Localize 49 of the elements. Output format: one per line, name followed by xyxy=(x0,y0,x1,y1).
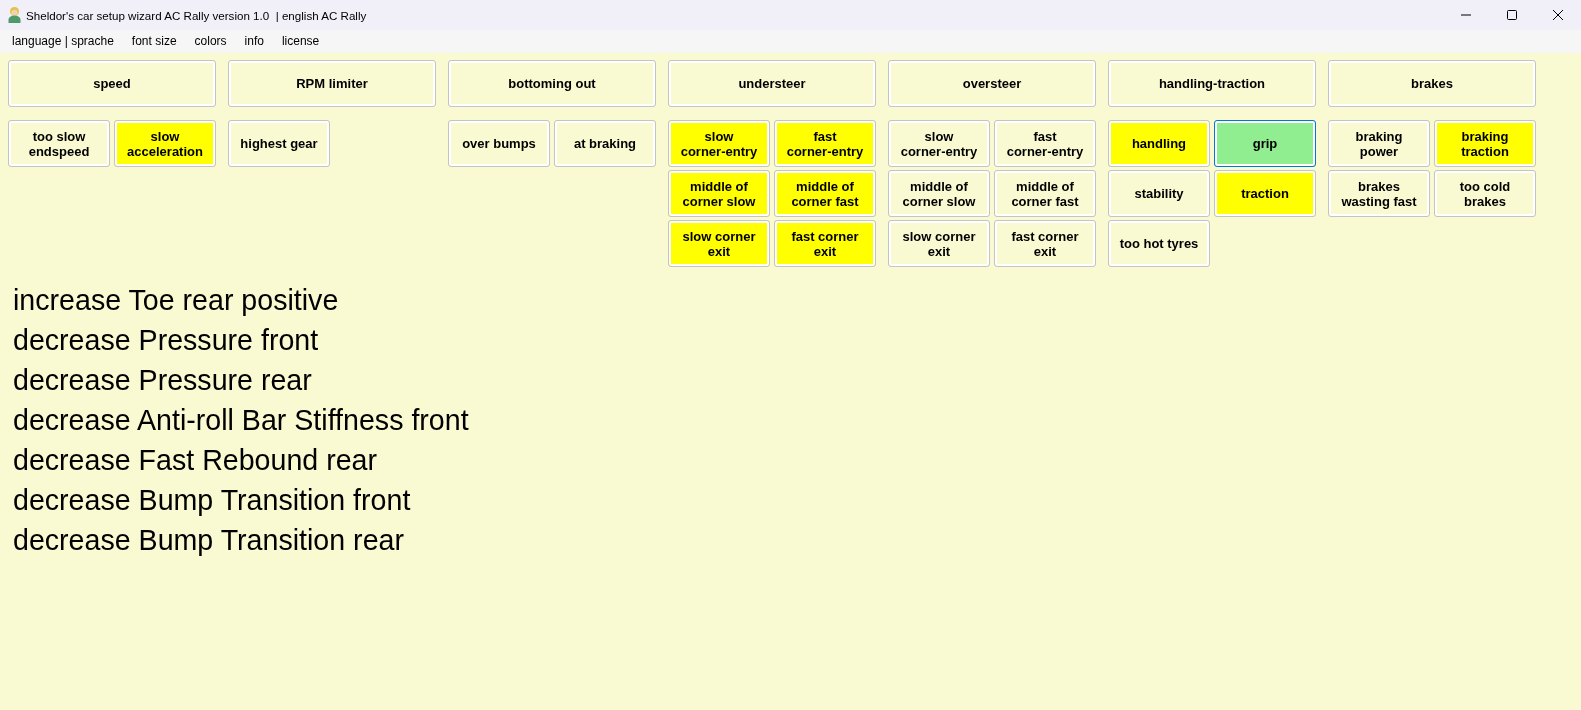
category-button[interactable]: bottoming out xyxy=(448,60,656,107)
option-button[interactable]: middle of corner slow xyxy=(668,170,770,217)
category-button[interactable]: speed xyxy=(8,60,216,107)
window-title: Sheldor's car setup wizard AC Rally version 1.0 | english AC Rally xyxy=(26,8,367,22)
option-button[interactable]: at braking xyxy=(554,120,656,167)
option-button[interactable]: fast corner exit xyxy=(774,220,876,267)
option-button[interactable]: fast corner exit xyxy=(994,220,1096,267)
option-button[interactable]: over bumps xyxy=(448,120,550,167)
option-button[interactable]: braking traction xyxy=(1434,120,1536,167)
option-button[interactable]: slow corner exit xyxy=(668,220,770,267)
option-button[interactable]: traction xyxy=(1214,170,1316,217)
recommendation-text: increase Toe rear positive xyxy=(13,283,339,318)
option-button[interactable]: braking power xyxy=(1328,120,1430,167)
option-button[interactable]: grip xyxy=(1214,120,1316,167)
menu-item[interactable]: colors xyxy=(185,32,236,51)
category-button[interactable]: oversteer xyxy=(888,60,1096,107)
category-button[interactable]: understeer xyxy=(668,60,876,107)
option-button[interactable]: too slow endspeed xyxy=(8,120,110,167)
menu-item[interactable]: font size xyxy=(122,32,186,51)
option-button[interactable]: slow corner-entry xyxy=(668,120,770,167)
option-button[interactable]: too cold brakes xyxy=(1434,170,1536,217)
figure-icon xyxy=(8,7,21,23)
menu-item[interactable]: language | sprache xyxy=(3,32,123,51)
recommendation-text: decrease Pressure front xyxy=(13,323,319,358)
maximize-icon xyxy=(1507,10,1517,20)
option-button[interactable]: slow acceleration xyxy=(114,120,216,167)
close-icon xyxy=(1553,10,1563,20)
option-button[interactable]: brakes wasting fast xyxy=(1328,170,1430,217)
option-button[interactable]: slow corner exit xyxy=(888,220,990,267)
category-button[interactable]: handling-traction xyxy=(1108,60,1316,107)
option-button[interactable]: handling xyxy=(1108,120,1210,167)
option-button[interactable]: stability xyxy=(1108,170,1210,217)
option-button[interactable]: slow corner-entry xyxy=(888,120,990,167)
option-button[interactable]: middle of corner fast xyxy=(994,170,1096,217)
recommendation-text: decrease Anti-roll Bar Stiffness front xyxy=(13,403,469,438)
recommendation-text: decrease Bump Transition front xyxy=(13,483,411,518)
option-button[interactable]: highest gear xyxy=(228,120,330,167)
recommendation-text: decrease Bump Transition rear xyxy=(13,523,404,558)
menu-item[interactable]: license xyxy=(272,32,329,51)
category-button[interactable]: brakes xyxy=(1328,60,1536,107)
menu-item[interactable]: info xyxy=(235,32,273,51)
category-button[interactable]: RPM limiter xyxy=(228,60,436,107)
option-button[interactable]: middle of corner slow xyxy=(888,170,990,217)
recommendation-text: decrease Pressure rear xyxy=(13,363,312,398)
recommendation-text: decrease Fast Rebound rear xyxy=(13,443,377,478)
option-button[interactable]: middle of corner fast xyxy=(774,170,876,217)
option-button[interactable]: fast corner-entry xyxy=(994,120,1096,167)
option-button[interactable]: fast corner-entry xyxy=(774,120,876,167)
option-button[interactable]: too hot tyres xyxy=(1108,220,1210,267)
